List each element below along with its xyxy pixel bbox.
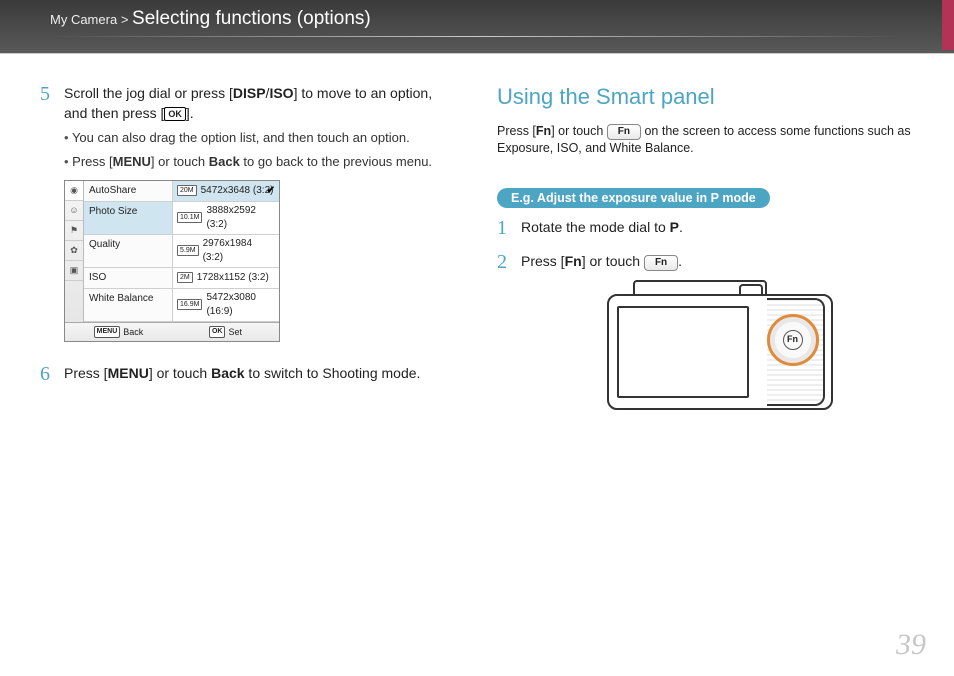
menu-option: 2M 1728x1152 (3:2) <box>173 268 279 288</box>
menu-option-value: 5472x3648 (3:2) <box>201 184 274 198</box>
menu-option: 10.1M 3888x2592 (3:2) <box>173 202 279 234</box>
user-tab-icon: ☺ <box>65 201 83 221</box>
menu-item-label: Quality <box>84 235 173 267</box>
gear-tab-icon: ✿ <box>65 241 83 261</box>
menu-row: Quality 5.9M 2976x1984 (3:2) <box>84 235 279 268</box>
menu-footer-set: OK Set <box>172 323 279 342</box>
chapter-side-tab <box>942 0 954 50</box>
breadcrumb-section: Selecting functions (options) <box>132 8 371 29</box>
fn-dial-highlight: Fn <box>767 314 819 366</box>
step-5: 5 Scroll the jog dial or press [DISP/ISO… <box>40 84 457 342</box>
step-1: 1 Rotate the mode dial to P. <box>497 218 914 238</box>
menu-option-value: 2976x1984 (3:2) <box>203 237 275 265</box>
bullet-drag-option: You can also drag the option list, and t… <box>64 129 457 147</box>
menu-option-value: 1728x1152 (3:2) <box>197 271 269 285</box>
check-icon: ✔ <box>267 184 275 198</box>
menu-option-value: 5472x3080 (16:9) <box>206 291 275 319</box>
menu-label: MENU <box>113 154 151 169</box>
play-tab-icon: ▣ <box>65 261 83 281</box>
resolution-badge-icon: 5.9M <box>177 245 199 257</box>
menu-option: 16.9M 5472x3080 (16:9) <box>173 289 279 321</box>
menu-row: Photo Size 10.1M 3888x2592 (3:2) <box>84 202 279 235</box>
page-number: 39 <box>896 628 926 662</box>
bullet-back-menu: Press [MENU] or touch Back to go back to… <box>64 153 457 171</box>
example-pill: E.g. Adjust the exposure value in P mode <box>497 188 770 208</box>
fn-label: Fn <box>565 253 582 269</box>
menu-item-label: Photo Size <box>84 202 173 234</box>
menu-row: ISO 2M 1728x1152 (3:2) <box>84 268 279 289</box>
page-header: My Camera > Selecting functions (options… <box>0 0 954 54</box>
ok-icon: OK <box>164 107 186 121</box>
fn-pill-icon: Fn <box>607 124 641 140</box>
menu-row: White Balance 16.9M 5472x3080 (16:9) <box>84 289 279 322</box>
section-heading: Using the Smart panel <box>497 84 914 110</box>
menu-footer: MENU Back OK Set <box>65 322 279 342</box>
menu-option: 5.9M 2976x1984 (3:2) <box>173 235 279 267</box>
menu-item-label: White Balance <box>84 289 173 321</box>
step-2: 2 Press [Fn] or touch Fn. Fn <box>497 252 914 412</box>
camera-menu-screenshot: ◉ ☺ ⚑ ✿ ▣ AutoShare 20M 5472x3648 (3:2)✔ Ph… <box>64 180 280 343</box>
step-number: 5 <box>40 84 54 342</box>
disp-label: DISP <box>233 85 266 101</box>
fn-pill-icon: Fn <box>644 255 678 271</box>
menu-label: MENU <box>108 365 149 381</box>
menu-item-label: ISO <box>84 268 173 288</box>
camera-illustration: Fn <box>603 280 833 412</box>
fn-button-icon: Fn <box>783 330 803 350</box>
menu-option: 20M 5472x3648 (3:2)✔ <box>173 181 279 201</box>
resolution-badge-icon: 20M <box>177 185 197 197</box>
left-column: 5 Scroll the jog dial or press [DISP/ISO… <box>40 84 457 426</box>
breadcrumb: My Camera > Selecting functions (options… <box>50 8 904 30</box>
menu-footer-back: MENU Back <box>65 323 172 342</box>
smart-panel-intro: Press [Fn] or touch Fn on the screen to … <box>497 123 914 158</box>
menu-item-label: AutoShare <box>84 181 173 201</box>
step-6: 6 Press [MENU] or touch Back to switch t… <box>40 364 457 384</box>
step-number: 1 <box>497 218 511 238</box>
resolution-badge-icon: 2M <box>177 272 193 284</box>
header-divider <box>50 36 904 37</box>
resolution-badge-icon: 10.1M <box>177 212 202 224</box>
menu-option-value: 3888x2592 (3:2) <box>206 204 275 232</box>
menu-row: AutoShare 20M 5472x3648 (3:2)✔ <box>84 181 279 202</box>
iso-label: ISO <box>269 85 293 101</box>
camera-tab-icon: ◉ <box>65 181 83 201</box>
settings-tab-icon: ⚑ <box>65 221 83 241</box>
breadcrumb-category: My Camera <box>50 12 117 27</box>
step-number: 6 <box>40 364 54 384</box>
resolution-badge-icon: 16.9M <box>177 299 202 311</box>
right-column: Using the Smart panel Press [Fn] or touc… <box>497 84 914 426</box>
fn-label: Fn <box>536 124 551 138</box>
menu-tabs: ◉ ☺ ⚑ ✿ ▣ <box>65 181 84 322</box>
step-number: 2 <box>497 252 511 412</box>
